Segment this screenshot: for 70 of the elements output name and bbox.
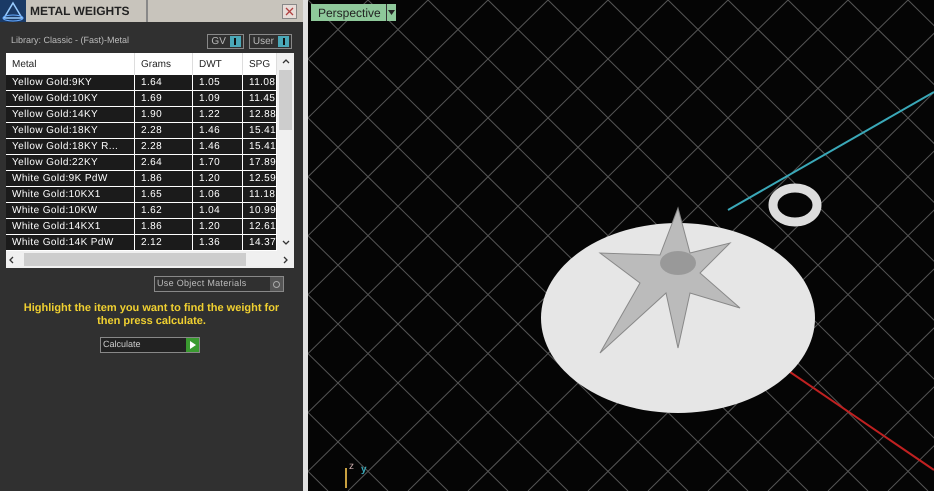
table-row[interactable]: White Gold:14K PdW 2.12 1.36 14.37 xyxy=(6,235,277,251)
toggle-label: User xyxy=(252,34,274,48)
table-cell: 1.62 xyxy=(135,203,193,218)
calculate-button[interactable]: Calculate xyxy=(100,337,200,353)
table-cell: 2.12 xyxy=(135,235,193,250)
table-row[interactable]: White Gold:10KW 1.62 1.04 10.99 xyxy=(6,203,277,219)
table-row[interactable]: White Gold:14KX1 1.86 1.20 12.61 xyxy=(6,219,277,235)
scroll-thumb[interactable] xyxy=(24,253,246,266)
caret-icon xyxy=(386,4,396,21)
table-row[interactable]: Yellow Gold:14KY 1.90 1.22 12.88 xyxy=(6,107,277,123)
table-cell: 2.28 xyxy=(135,139,193,154)
library-label: Library: Classic - (Fast)-Metal xyxy=(11,34,130,48)
toggle-button[interactable]: User xyxy=(248,34,292,48)
table-cell: 1.65 xyxy=(135,187,193,202)
table-row[interactable]: Yellow Gold:9KY 1.64 1.05 11.08 xyxy=(6,75,277,91)
scroll-thumb[interactable] xyxy=(279,70,292,130)
table-cell: 2.64 xyxy=(135,155,193,170)
table-row[interactable]: Yellow Gold:10KY 1.69 1.09 11.45 xyxy=(6,91,277,107)
table-cell: 1.70 xyxy=(193,155,243,170)
table-cell: 1.36 xyxy=(193,235,243,250)
table-cell: White Gold:9K PdW xyxy=(6,171,135,186)
table-cell: 1.46 xyxy=(193,139,243,154)
scroll-left-icon xyxy=(9,256,14,264)
table-cell: 1.20 xyxy=(193,171,243,186)
table-cell: White Gold:14K PdW xyxy=(6,235,135,250)
3d-viewport[interactable]: Perspective z y xyxy=(308,0,934,491)
table-cell: White Gold:14KX1 xyxy=(6,219,135,234)
vertical-scrollbar[interactable] xyxy=(277,53,294,251)
scroll-up-icon xyxy=(282,59,290,64)
view-dropdown[interactable]: Perspective xyxy=(311,4,396,21)
table-row[interactable]: White Gold:9K PdW 1.86 1.20 12.59 xyxy=(6,171,277,187)
table-row[interactable]: Yellow Gold:22KY 2.64 1.70 17.89 xyxy=(6,155,277,171)
table-cell: Yellow Gold:10KY xyxy=(6,91,135,106)
table-cell: 1.09 xyxy=(193,91,243,106)
table-cell: 1.90 xyxy=(135,107,193,122)
table-cell: Yellow Gold:22KY xyxy=(6,155,135,170)
table-cell: 1.05 xyxy=(193,75,243,90)
table-cell: Yellow Gold:18KY xyxy=(6,123,135,138)
close-button[interactable] xyxy=(282,4,297,18)
panel-title: METAL WEIGHTS xyxy=(30,3,131,20)
table-row[interactable]: White Gold:10KX1 1.65 1.06 11.18 xyxy=(6,187,277,203)
table-cell: White Gold:10KW xyxy=(6,203,135,218)
scroll-right-icon xyxy=(283,256,288,264)
table-cell: 1.04 xyxy=(193,203,243,218)
table-cell: 1.20 xyxy=(193,219,243,234)
table-cell: Yellow Gold:18KY R... xyxy=(6,139,135,154)
use-object-materials-checkbox[interactable]: Use Object Materials xyxy=(154,276,284,292)
table-cell: 1.64 xyxy=(135,75,193,90)
table-cell: White Gold:10KX1 xyxy=(6,187,135,202)
table-cell: 1.69 xyxy=(135,91,193,106)
axis-label: z xyxy=(349,462,354,472)
table-cell: Yellow Gold:9KY xyxy=(6,75,135,90)
play-icon xyxy=(186,338,199,352)
axis-label: y xyxy=(361,465,367,475)
toggle-button[interactable]: GV xyxy=(207,34,244,48)
horizontal-scrollbar[interactable] xyxy=(6,251,294,268)
table-cell: 1.06 xyxy=(193,187,243,202)
instruction-text: Highlight the item you want to find the weight for then press calculate. xyxy=(22,302,280,328)
pyramid-icon xyxy=(0,0,26,22)
scroll-down-icon xyxy=(282,240,290,245)
table-cell: Yellow Gold:14KY xyxy=(6,107,135,122)
close-icon xyxy=(285,6,294,16)
table-row[interactable]: Yellow Gold:18KY 2.28 1.46 15.41 xyxy=(6,123,277,139)
table-cell: 1.86 xyxy=(135,171,193,186)
table-cell: 1.46 xyxy=(193,123,243,138)
table-cell: 1.22 xyxy=(193,107,243,122)
toggle-label: GV xyxy=(211,34,226,48)
table-cell: 1.86 xyxy=(135,219,193,234)
table-row[interactable]: Yellow Gold:18KY R... 2.28 1.46 15.41 xyxy=(6,139,277,155)
table-cell: 2.28 xyxy=(135,123,193,138)
